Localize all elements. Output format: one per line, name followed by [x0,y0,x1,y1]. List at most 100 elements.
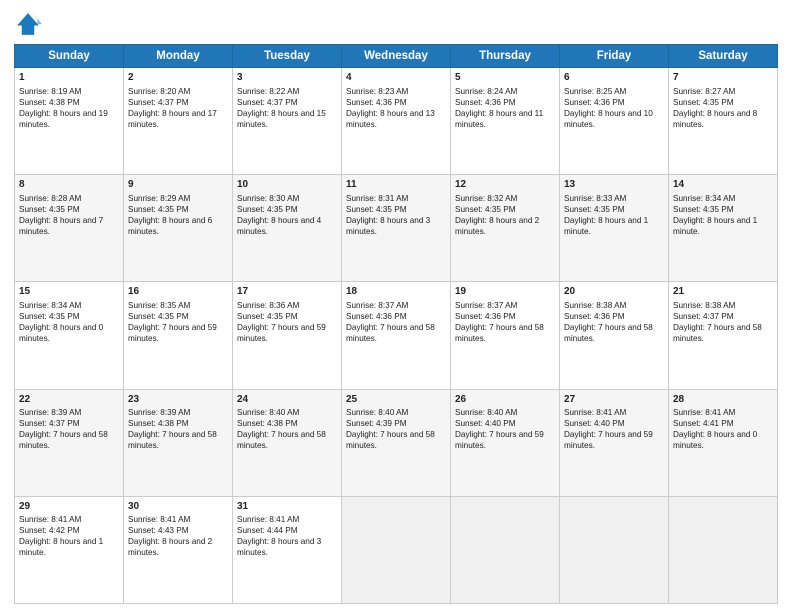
calendar-cell: 16Sunrise: 8:35 AMSunset: 4:35 PMDayligh… [124,282,233,389]
sunrise-label: Sunrise: 8:39 AM [128,408,190,417]
calendar-cell [451,496,560,603]
day-number: 11 [346,178,446,192]
calendar-week-5: 29Sunrise: 8:41 AMSunset: 4:42 PMDayligh… [15,496,778,603]
daylight-label: Daylight: 8 hours and 0 minutes. [673,430,757,450]
day-number: 8 [19,178,119,192]
sunset-label: Sunset: 4:38 PM [237,419,298,428]
sunset-label: Sunset: 4:36 PM [564,98,625,107]
sunrise-label: Sunrise: 8:24 AM [455,87,517,96]
sunset-label: Sunset: 4:39 PM [346,419,407,428]
daylight-label: Daylight: 8 hours and 8 minutes. [673,109,757,129]
daylight-label: Daylight: 8 hours and 13 minutes. [346,109,435,129]
sunset-label: Sunset: 4:43 PM [128,526,189,535]
sunset-label: Sunset: 4:41 PM [673,419,734,428]
sunset-label: Sunset: 4:35 PM [19,205,80,214]
daylight-label: Daylight: 7 hours and 58 minutes. [346,430,435,450]
daylight-label: Daylight: 8 hours and 11 minutes. [455,109,543,129]
weekday-header-saturday: Saturday [669,45,778,68]
day-number: 1 [19,71,119,85]
sunrise-label: Sunrise: 8:32 AM [455,194,517,203]
calendar-cell: 14Sunrise: 8:34 AMSunset: 4:35 PMDayligh… [669,175,778,282]
daylight-label: Daylight: 7 hours and 59 minutes. [128,323,217,343]
calendar-week-4: 22Sunrise: 8:39 AMSunset: 4:37 PMDayligh… [15,389,778,496]
calendar-cell: 25Sunrise: 8:40 AMSunset: 4:39 PMDayligh… [342,389,451,496]
sunset-label: Sunset: 4:44 PM [237,526,298,535]
calendar-body: 1Sunrise: 8:19 AMSunset: 4:38 PMDaylight… [15,68,778,604]
calendar-cell: 29Sunrise: 8:41 AMSunset: 4:42 PMDayligh… [15,496,124,603]
calendar-week-2: 8Sunrise: 8:28 AMSunset: 4:35 PMDaylight… [15,175,778,282]
sunrise-label: Sunrise: 8:37 AM [455,301,517,310]
sunset-label: Sunset: 4:35 PM [673,98,734,107]
sunrise-label: Sunrise: 8:41 AM [19,515,81,524]
daylight-label: Daylight: 8 hours and 1 minute. [19,537,103,557]
day-number: 14 [673,178,773,192]
calendar-cell: 19 Sunrise: 8:37 AM Sunset: 4:36 PM Dayligh… [451,282,560,389]
calendar-cell: 5 Sunrise: 8:24 AM Sunset: 4:36 PM Daylight… [451,68,560,175]
day-number: 21 [673,285,773,299]
logo-icon [14,10,42,38]
calendar-cell: 18Sunrise: 8:37 AMSunset: 4:36 PMDayligh… [342,282,451,389]
calendar-cell [669,496,778,603]
daylight-label: Daylight: 8 hours and 6 minutes. [128,216,212,236]
day-number: 25 [346,393,446,407]
calendar-table: SundayMondayTuesdayWednesdayThursdayFrid… [14,44,778,604]
day-number: 9 [128,178,228,192]
calendar-cell: 31Sunrise: 8:41 AMSunset: 4:44 PMDayligh… [233,496,342,603]
weekday-header-wednesday: Wednesday [342,45,451,68]
sunrise-label: Sunrise: 8:22 AM [237,87,299,96]
calendar-week-1: 1Sunrise: 8:19 AMSunset: 4:38 PMDaylight… [15,68,778,175]
day-number: 17 [237,285,337,299]
weekday-header-monday: Monday [124,45,233,68]
sunset-label: Sunset: 4:35 PM [128,205,189,214]
sunrise-label: Sunrise: 8:23 AM [346,87,408,96]
sunset-label: Sunset: 4:36 PM [346,98,407,107]
daylight-label: Daylight: 7 hours and 58 minutes. [237,430,326,450]
calendar-cell: 17Sunrise: 8:36 AMSunset: 4:35 PMDayligh… [233,282,342,389]
sunset-label: Sunset: 4:35 PM [455,205,516,214]
sunset-label: Sunset: 4:35 PM [237,312,298,321]
sunrise-label: Sunrise: 8:38 AM [673,301,735,310]
day-number: 5 [455,71,555,85]
sunset-label: Sunset: 4:38 PM [128,419,189,428]
calendar-cell: 8Sunrise: 8:28 AMSunset: 4:35 PMDaylight… [15,175,124,282]
day-number: 24 [237,393,337,407]
calendar-cell: 20Sunrise: 8:38 AMSunset: 4:36 PMDayligh… [560,282,669,389]
sunrise-label: Sunrise: 8:37 AM [346,301,408,310]
daylight-label: Daylight: 8 hours and 3 minutes. [237,537,321,557]
daylight-label: Daylight: 8 hours and 1 minute. [673,216,757,236]
day-number: 19 [455,285,555,299]
sunset-label: Sunset: 4:36 PM [455,312,516,321]
calendar-cell: 9Sunrise: 8:29 AMSunset: 4:35 PMDaylight… [124,175,233,282]
sunrise-label: Sunrise: 8:27 AM [673,87,735,96]
day-number: 28 [673,393,773,407]
calendar-cell: 12Sunrise: 8:32 AMSunset: 4:35 PMDayligh… [451,175,560,282]
daylight-label: Daylight: 7 hours and 58 minutes. [455,323,544,343]
calendar-cell: 15Sunrise: 8:34 AMSunset: 4:35 PMDayligh… [15,282,124,389]
sunset-label: Sunset: 4:37 PM [19,419,80,428]
calendar-cell: 11Sunrise: 8:31 AMSunset: 4:35 PMDayligh… [342,175,451,282]
sunrise-label: Sunrise: 8:40 AM [455,408,517,417]
sunset-label: Sunset: 4:42 PM [19,526,80,535]
sunrise-label: Sunrise: 8:33 AM [564,194,626,203]
daylight-label: Daylight: 8 hours and 10 minutes. [564,109,653,129]
sunset-label: Sunset: 4:35 PM [673,205,734,214]
sunset-label: Sunset: 4:35 PM [128,312,189,321]
day-number: 12 [455,178,555,192]
calendar-cell [560,496,669,603]
sunrise-label: Sunrise: 8:41 AM [564,408,626,417]
daylight-label: Daylight: 8 hours and 19 minutes. [19,109,108,129]
day-number: 23 [128,393,228,407]
daylight-label: Daylight: 7 hours and 58 minutes. [346,323,435,343]
sunrise-label: Sunrise: 8:25 AM [564,87,626,96]
sunset-label: Sunset: 4:35 PM [237,205,298,214]
sunset-label: Sunset: 4:36 PM [455,98,516,107]
sunrise-label: Sunrise: 8:40 AM [237,408,299,417]
daylight-label: Daylight: 8 hours and 1 minute. [564,216,648,236]
calendar-cell: 28Sunrise: 8:41 AMSunset: 4:41 PMDayligh… [669,389,778,496]
day-number: 6 [564,71,664,85]
sunset-label: Sunset: 4:37 PM [673,312,734,321]
day-number: 31 [237,500,337,514]
weekday-header-friday: Friday [560,45,669,68]
sunrise-label: Sunrise: 8:41 AM [128,515,190,524]
day-number: 10 [237,178,337,192]
